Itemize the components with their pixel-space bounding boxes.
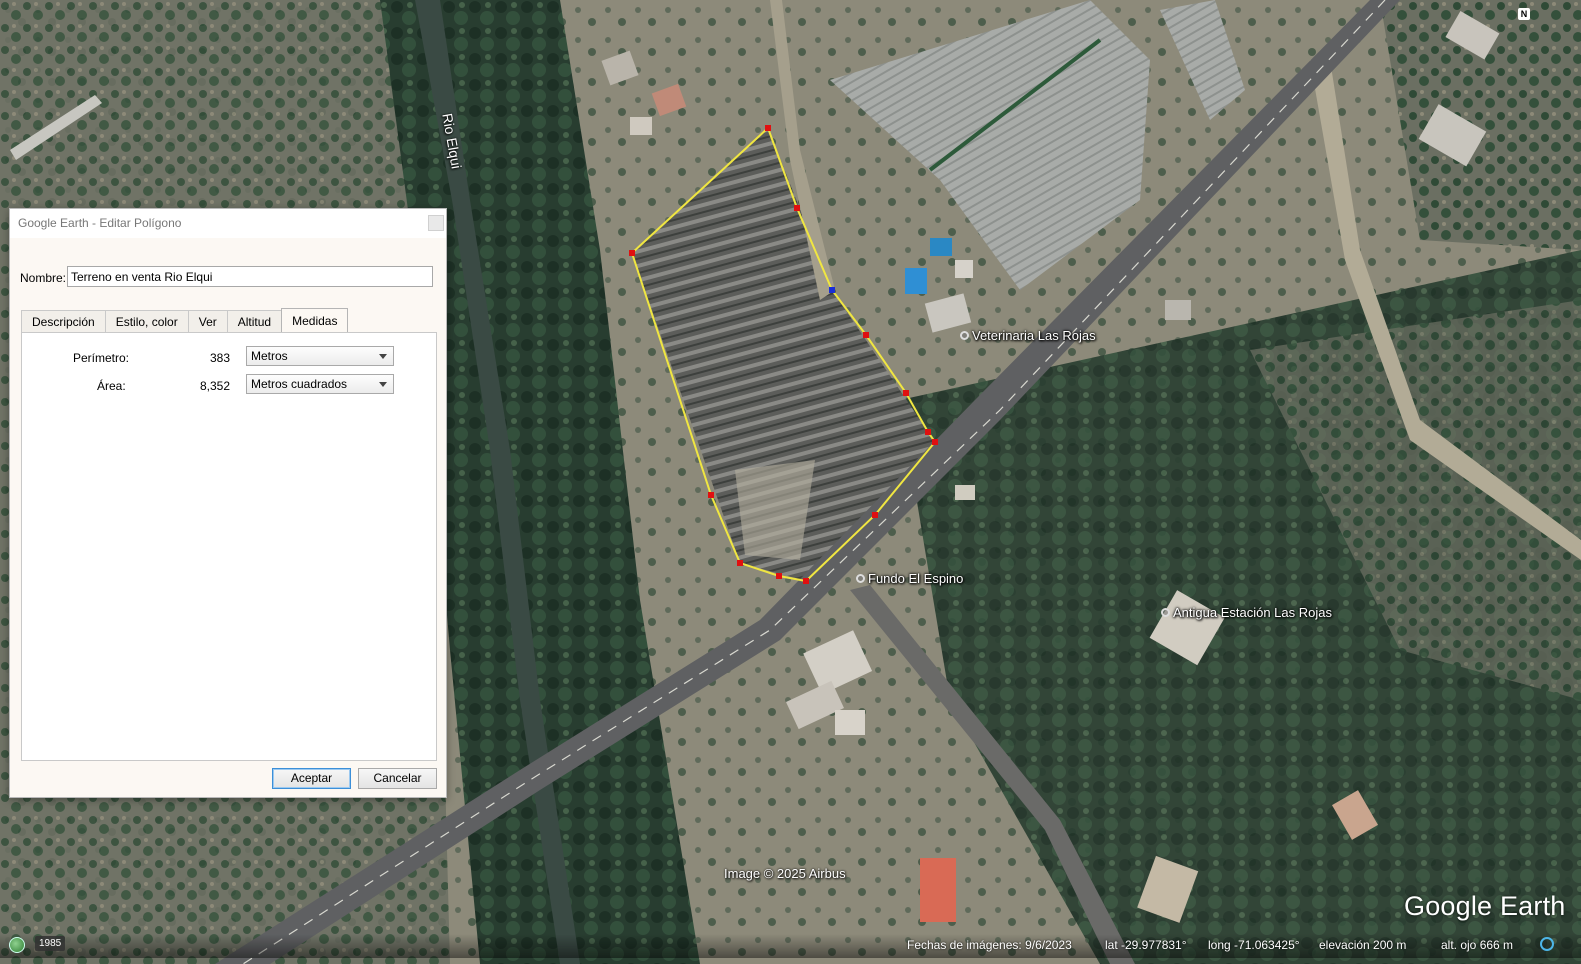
polygon-vertex[interactable] xyxy=(863,332,869,338)
chevron-down-icon xyxy=(379,382,387,387)
historical-year[interactable]: 1985 xyxy=(35,936,66,951)
historical-imagery-icon[interactable] xyxy=(9,937,25,953)
cancel-button[interactable]: Cancelar xyxy=(358,768,437,789)
polygon-vertex[interactable] xyxy=(776,573,782,579)
perimeter-unit-select[interactable]: Metros xyxy=(246,346,394,366)
latitude-readout: lat -29.977831° xyxy=(1105,938,1187,952)
area-unit-select[interactable]: Metros cuadrados xyxy=(246,374,394,394)
place-label-text: Antigua Estación Las Rojas xyxy=(1173,605,1332,620)
place-fundo-el-espino[interactable]: Fundo El Espino xyxy=(856,571,963,586)
eye-altitude-readout: alt. ojo 666 m xyxy=(1441,938,1514,952)
status-bar: 1985 Fechas de imágenes: 9/6/2023 lat -2… xyxy=(0,934,1581,958)
polygon-vertex[interactable] xyxy=(737,560,743,566)
place-label-text: Veterinaria Las Rojas xyxy=(972,328,1096,343)
polygon-vertex-selected[interactable] xyxy=(829,287,835,293)
elevation-readout: elevación 200 m xyxy=(1319,938,1407,952)
polygon-vertex[interactable] xyxy=(903,390,909,396)
polygon-vertex[interactable] xyxy=(629,250,635,256)
name-label: Nombre: xyxy=(20,271,67,285)
polygon-vertex[interactable] xyxy=(794,205,800,211)
placemark-pin-icon xyxy=(856,574,865,583)
area-label: Área: xyxy=(97,379,126,393)
area-value: 8,352 xyxy=(199,379,230,393)
perimeter-unit-value: Metros xyxy=(251,349,288,363)
polygon-name-input[interactable] xyxy=(67,266,433,287)
chevron-down-icon xyxy=(379,354,387,359)
place-label-text: Fundo El Espino xyxy=(868,571,964,586)
perimeter-label: Perímetro: xyxy=(73,351,130,365)
edit-polygon-dialog: Google Earth - Editar Polígono Nombre: D… xyxy=(9,208,447,798)
accept-button[interactable]: Aceptar xyxy=(272,768,351,789)
polygon-vertex[interactable] xyxy=(708,492,714,498)
placemark-pin-icon xyxy=(960,331,969,340)
dialog-close-button[interactable] xyxy=(428,215,444,231)
tab-altitud[interactable]: Altitud xyxy=(226,310,283,332)
longitude-readout: long -71.063425° xyxy=(1208,938,1300,952)
perimeter-value: 383 xyxy=(209,351,230,365)
tab-estilo-color[interactable]: Estilo, color xyxy=(104,310,189,332)
image-credit: Image © 2025 Airbus xyxy=(724,866,846,881)
placemark-pin-icon xyxy=(1161,608,1170,617)
polygon-vertex[interactable] xyxy=(765,125,771,131)
north-indicator-icon[interactable]: N xyxy=(1518,8,1530,20)
dialog-tabs: Descripción Estilo, color Ver Altitud Me… xyxy=(21,308,349,333)
area-unit-value: Metros cuadrados xyxy=(251,377,348,391)
polygon-vertex[interactable] xyxy=(803,578,809,584)
tab-ver[interactable]: Ver xyxy=(187,310,228,332)
dialog-title-bar[interactable]: Google Earth - Editar Polígono xyxy=(10,209,446,238)
tab-medidas[interactable]: Medidas xyxy=(281,308,349,332)
tab-descripcion[interactable]: Descripción xyxy=(21,310,106,332)
polygon-vertex[interactable] xyxy=(932,439,938,445)
place-antigua-estacion-las-rojas[interactable]: Antigua Estación Las Rojas xyxy=(1161,605,1332,620)
streaming-status-icon xyxy=(1540,937,1554,951)
dialog-title: Google Earth - Editar Polígono xyxy=(18,216,182,230)
polygon-vertex[interactable] xyxy=(925,429,931,435)
imagery-date: Fechas de imágenes: 9/6/2023 xyxy=(907,938,1072,952)
google-earth-logo: Google Earth xyxy=(1404,891,1566,921)
measurements-panel: Perímetro: 383 Metros Área: 8,352 Metros… xyxy=(21,332,437,761)
place-veterinaria-las-rojas[interactable]: Veterinaria Las Rojas xyxy=(960,328,1096,343)
polygon-vertex[interactable] xyxy=(872,512,878,518)
